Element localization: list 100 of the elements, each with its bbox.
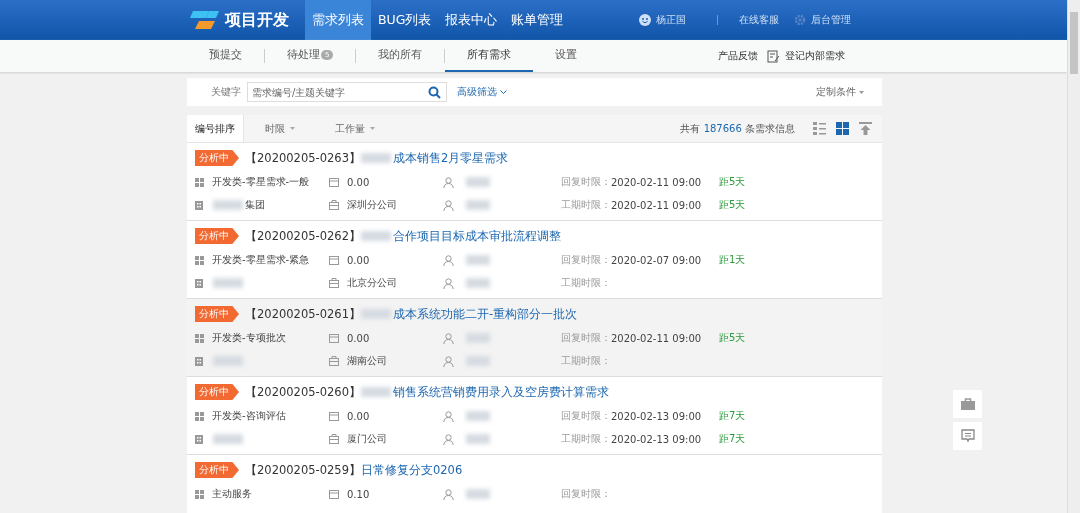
reply-deadline-label: 回复时限： bbox=[561, 331, 611, 345]
person-icon bbox=[443, 199, 454, 211]
request-title[interactable]: 成本销售2月零星需求 bbox=[392, 150, 509, 166]
status-tag: 分析中 bbox=[195, 384, 239, 400]
custom-conditions-dropdown[interactable]: 定制条件 bbox=[816, 85, 856, 99]
redaction-blur bbox=[213, 356, 243, 366]
list-view-icon[interactable] bbox=[813, 122, 826, 135]
request-card[interactable]: 分析中 【20200205-0259】日常修复分支0206 主动服务 0.10 回复时限： bbox=[187, 455, 882, 513]
reply-days-left: 距5天 bbox=[719, 175, 746, 189]
sub-tab[interactable]: 预提交 bbox=[187, 40, 264, 72]
sort-tab[interactable]: 工作量 bbox=[327, 115, 393, 142]
online-service-link[interactable]: 在线客服 bbox=[739, 13, 779, 27]
status-tag: 分析中 bbox=[195, 306, 239, 322]
caret-icon bbox=[859, 90, 864, 94]
nav-tab[interactable]: BUG列表 bbox=[371, 0, 439, 40]
redaction-blur bbox=[466, 356, 490, 366]
redaction-blur bbox=[466, 200, 490, 210]
schedule-days-left: 距7天 bbox=[719, 432, 746, 446]
calendar-icon bbox=[329, 177, 339, 187]
reply-deadline-value: 2020-02-13 09:00 bbox=[611, 410, 702, 422]
briefcase-icon bbox=[329, 278, 339, 288]
workload-value: 0.10 bbox=[347, 488, 370, 500]
person-icon bbox=[443, 410, 454, 422]
request-code[interactable]: 【20200205-0262】 bbox=[245, 228, 361, 244]
register-request-link[interactable]: 登记内部需求 bbox=[785, 49, 845, 63]
search-field[interactable]: 需求编号/主题关键字 bbox=[247, 82, 447, 102]
workload-value: 0.00 bbox=[347, 176, 370, 188]
edit-form-icon bbox=[767, 49, 780, 63]
request-title[interactable]: 合作项目目标成本审批流程调整 bbox=[392, 228, 561, 244]
search-icon[interactable] bbox=[428, 86, 441, 99]
sort-tab[interactable]: 时限 bbox=[257, 115, 313, 142]
schedule-deadline-value: 2020-02-11 09:00 bbox=[611, 199, 702, 211]
message-button[interactable] bbox=[953, 422, 982, 450]
reply-deadline-label: 回复时限： bbox=[561, 409, 611, 423]
calendar-icon bbox=[329, 333, 339, 343]
category-icon bbox=[195, 177, 204, 187]
redaction-blur bbox=[213, 434, 243, 444]
calendar-icon bbox=[329, 411, 339, 421]
sub-tab[interactable]: 我的所有 bbox=[356, 40, 445, 72]
request-title[interactable]: 成本系统功能二开-重构部分一批次 bbox=[392, 306, 578, 322]
workload-value: 0.00 bbox=[347, 332, 370, 344]
chat-icon bbox=[960, 429, 975, 443]
person-icon bbox=[443, 176, 454, 188]
branch-company: 北京分公司 bbox=[347, 276, 397, 290]
reply-days-left: 距1天 bbox=[719, 253, 746, 267]
reply-days-left: 距7天 bbox=[719, 409, 746, 423]
building-icon bbox=[195, 434, 205, 444]
calendar-icon bbox=[329, 255, 339, 265]
building-icon bbox=[195, 356, 205, 366]
redaction-blur bbox=[466, 255, 490, 265]
request-title[interactable]: 销售系统营销费用录入及空房费计算需求 bbox=[392, 384, 609, 400]
sort-tab[interactable]: 编号排序 bbox=[187, 115, 243, 142]
request-code[interactable]: 【20200205-0259】 bbox=[245, 462, 361, 478]
smiley-icon bbox=[639, 14, 651, 26]
schedule-deadline-label: 工期时限： bbox=[561, 432, 611, 446]
redaction-blur bbox=[466, 489, 490, 499]
branch-company: 厦门公司 bbox=[347, 432, 387, 446]
workload-value: 0.00 bbox=[347, 410, 370, 422]
sub-tab[interactable]: 所有需求 bbox=[445, 40, 534, 72]
reply-deadline-label: 回复时限： bbox=[561, 253, 611, 267]
redaction-blur bbox=[213, 200, 243, 210]
request-title[interactable]: 日常修复分支0206 bbox=[360, 462, 463, 478]
schedule-deadline-label: 工期时限： bbox=[561, 276, 611, 290]
feedback-link[interactable]: 产品反馈 bbox=[718, 49, 758, 63]
toolbox-button[interactable] bbox=[953, 390, 982, 418]
advanced-filter-link[interactable]: 高级筛选 bbox=[457, 85, 497, 99]
sub-tab[interactable]: 设置 bbox=[533, 40, 600, 72]
request-card[interactable]: 分析中 【20200205-0260】 销售系统营销费用录入及空房费计算需求 开发类-咨询评估 0.00 回复时限：2020-02-13 09:00 距7天 厦门公司 工期时限：2020-02-13 09:00 距7天 bbox=[187, 377, 882, 455]
category-text: 开发类-零星需求-一般 bbox=[212, 175, 310, 189]
category-icon bbox=[195, 333, 204, 343]
scrollbar[interactable] bbox=[1067, 0, 1080, 513]
category-text: 开发类-咨询评估 bbox=[212, 409, 286, 423]
schedule-deadline-label: 工期时限： bbox=[561, 354, 611, 368]
category-icon bbox=[195, 411, 204, 421]
admin-link[interactable]: 后台管理 bbox=[811, 13, 851, 27]
reply-deadline-label: 回复时限： bbox=[561, 487, 611, 501]
nav-tab[interactable]: 需求列表 bbox=[305, 0, 371, 40]
total-suffix: 条需求信息 bbox=[745, 122, 795, 134]
request-code[interactable]: 【20200205-0260】 bbox=[245, 384, 361, 400]
user-name[interactable]: 杨正国 bbox=[656, 13, 686, 27]
redaction-blur bbox=[360, 387, 391, 397]
briefcase-icon bbox=[329, 434, 339, 444]
category-text: 主动服务 bbox=[212, 487, 252, 501]
gear-icon bbox=[794, 14, 806, 26]
status-tag: 分析中 bbox=[195, 150, 239, 166]
branch-company: 湖南公司 bbox=[347, 354, 387, 368]
person-icon bbox=[443, 355, 454, 367]
pin-top-icon[interactable] bbox=[859, 122, 872, 135]
person-icon bbox=[443, 488, 454, 500]
total-prefix: 共有 bbox=[680, 122, 701, 134]
grid-view-icon[interactable] bbox=[836, 122, 849, 135]
request-card[interactable]: 分析中 【20200205-0263】 成本销售2月零星需求 开发类-零星需求-一般 0.00 回复时限：2020-02-11 09:00 距5天 集团 深圳分公司 工期时限：2020-02-11 09:00 距5天 bbox=[187, 143, 882, 221]
nav-tab[interactable]: 账单管理 bbox=[504, 0, 571, 40]
reply-deadline-value: 2020-02-07 09:00 bbox=[611, 254, 702, 266]
request-card[interactable]: 分析中 【20200205-0262】 合作项目目标成本审批流程调整 开发类-零星需求-紧急 0.00 回复时限：2020-02-07 09:00 距1天 北京分公司 工期时限： bbox=[187, 221, 882, 299]
nav-tab[interactable]: 报表中心 bbox=[438, 0, 505, 40]
request-code[interactable]: 【20200205-0263】 bbox=[245, 150, 361, 166]
request-code[interactable]: 【20200205-0261】 bbox=[245, 306, 361, 322]
redaction-blur bbox=[466, 177, 490, 187]
redaction-blur bbox=[213, 278, 243, 288]
